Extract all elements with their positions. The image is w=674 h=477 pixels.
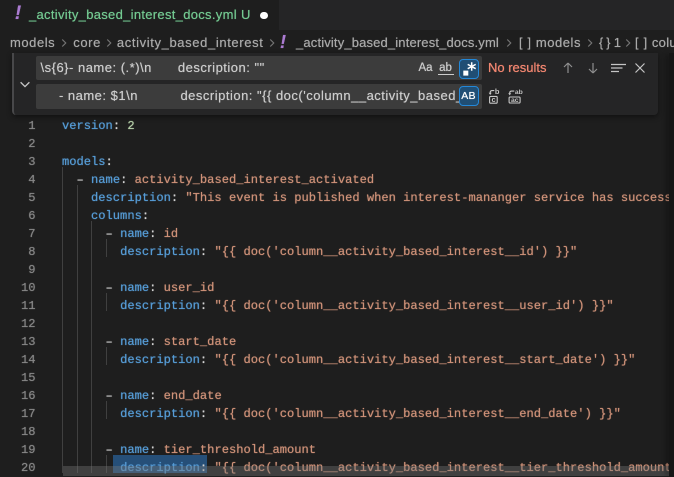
svg-text:ac: ac	[511, 97, 519, 104]
svg-text:c: c	[492, 95, 496, 104]
svg-text:ab: ab	[514, 89, 522, 96]
